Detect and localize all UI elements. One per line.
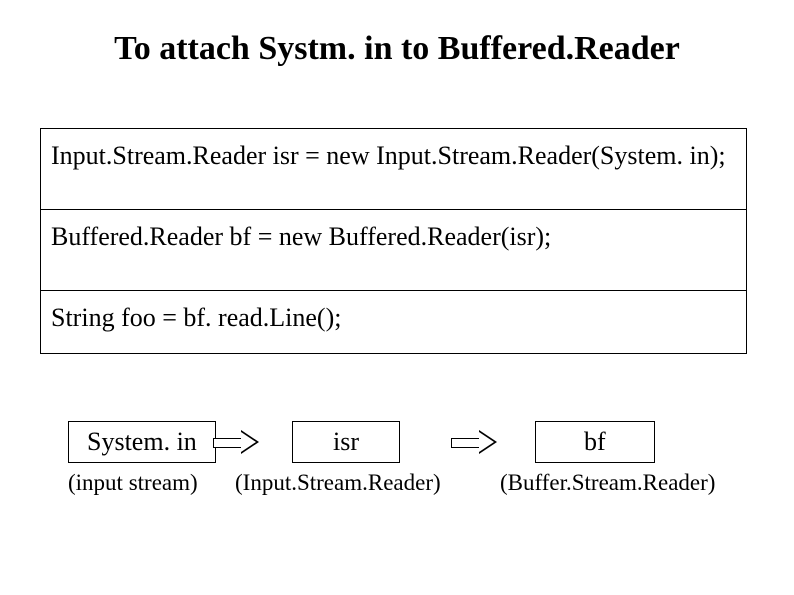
code-line-2: Buffered.Reader bf = new Buffered.Reader…	[41, 210, 746, 291]
title-text: To attach Systm. in to Buffered.Reader	[114, 30, 680, 67]
arrow-icon	[451, 430, 511, 454]
node-label-1: System. in	[87, 427, 197, 456]
node-bf: bf	[535, 421, 655, 463]
node-label-2: isr	[333, 427, 359, 456]
node-system-in: System. in	[68, 421, 216, 463]
code-box: Input.Stream.Reader isr = new Input.Stre…	[40, 128, 747, 354]
node-isr: isr	[292, 421, 400, 463]
code-text-3: String foo = bf. read.Line();	[51, 303, 341, 332]
slide-title: To attach Systm. in to Buffered.Reader	[0, 30, 794, 68]
code-text-2: Buffered.Reader bf = new Buffered.Reader…	[51, 222, 551, 251]
code-line-3: String foo = bf. read.Line();	[41, 291, 746, 353]
node-sub-3: (Buffer.Stream.Reader)	[500, 470, 715, 496]
arrow-icon	[213, 430, 273, 454]
node-label-3: bf	[584, 427, 606, 456]
code-text-1: Input.Stream.Reader isr = new Input.Stre…	[51, 141, 726, 170]
node-sub-1: (input stream)	[68, 470, 198, 496]
code-line-1: Input.Stream.Reader isr = new Input.Stre…	[41, 129, 746, 210]
node-sub-2: (Input.Stream.Reader)	[235, 470, 441, 496]
